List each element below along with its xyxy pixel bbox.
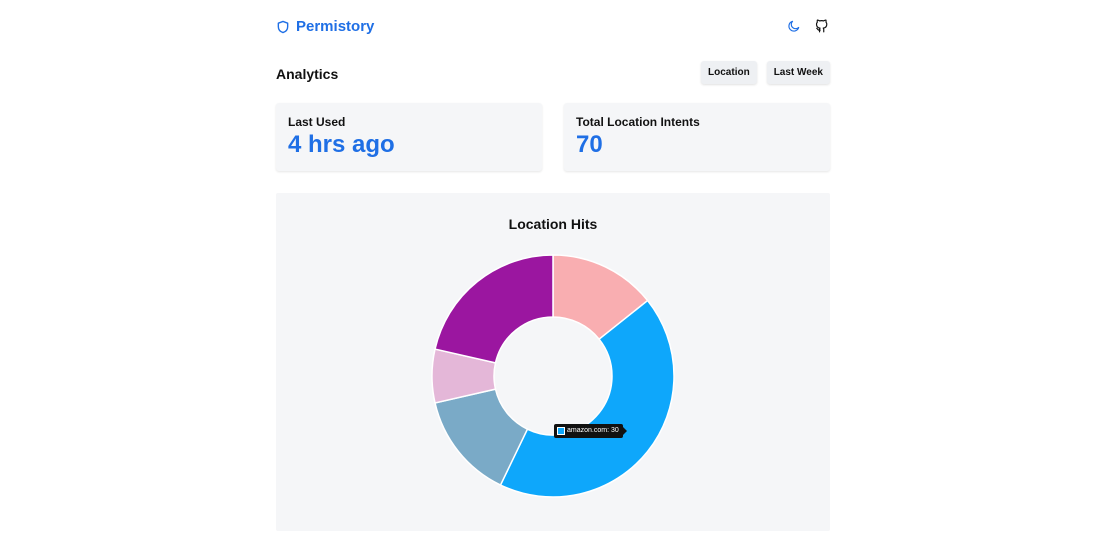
total-location-intents-value: 70 bbox=[576, 131, 603, 158]
location-hits-donut-chart bbox=[431, 254, 675, 498]
last-used-value: 4 hrs ago bbox=[288, 131, 395, 158]
brand-name: Permistory bbox=[296, 18, 375, 35]
last-used-card: Last Used 4 hrs ago bbox=[276, 103, 542, 171]
total-location-intents-card: Total Location Intents 70 bbox=[564, 103, 830, 171]
github-icon[interactable] bbox=[814, 18, 830, 34]
chart-tooltip: amazon.com: 30 bbox=[554, 424, 627, 438]
slice-4[interactable] bbox=[434, 254, 554, 364]
top-bar: Permistory bbox=[276, 14, 830, 42]
tooltip-text: amazon.com: 30 bbox=[567, 427, 619, 434]
analytics-header: Analytics Location Last Week bbox=[276, 61, 830, 85]
tooltip-color-swatch bbox=[557, 427, 565, 435]
analytics-title: Analytics bbox=[276, 66, 339, 82]
moon-icon[interactable] bbox=[786, 18, 802, 34]
shield-icon bbox=[276, 20, 290, 34]
brand-link[interactable]: Permistory bbox=[276, 18, 374, 35]
last-week-filter-button[interactable]: Last Week bbox=[766, 61, 830, 84]
filter-group: Location Last Week bbox=[701, 61, 830, 84]
top-icons bbox=[786, 18, 830, 34]
page: Permistory Analytics Location Last Week … bbox=[0, 0, 1105, 559]
location-hits-panel: Location Hits amazon.com: 30 bbox=[276, 193, 830, 531]
last-used-label: Last Used bbox=[288, 115, 346, 129]
slice-amazon-com[interactable] bbox=[499, 299, 675, 498]
total-location-intents-label: Total Location Intents bbox=[576, 115, 700, 129]
location-filter-button[interactable]: Location bbox=[701, 61, 757, 84]
